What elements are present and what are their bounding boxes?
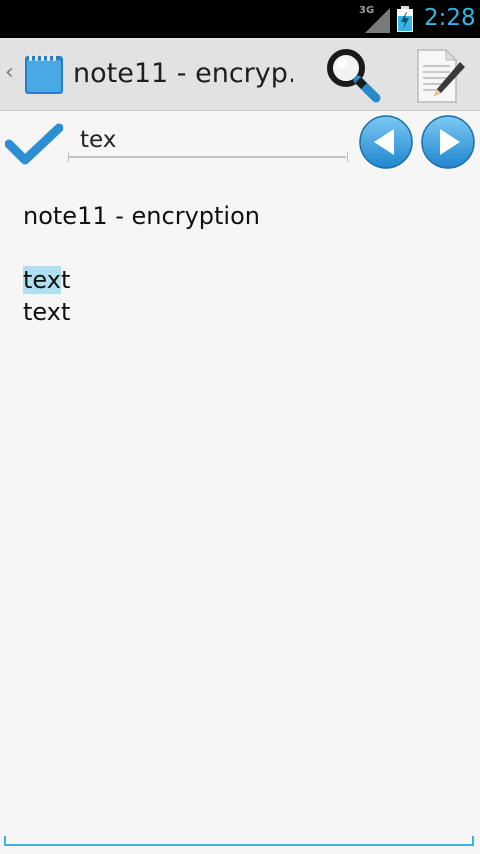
clock: 2:28	[424, 5, 476, 31]
note-line: note11 - encryption	[23, 202, 260, 230]
previous-match-icon[interactable]	[358, 114, 414, 170]
edit-icon[interactable]	[414, 46, 466, 104]
note-line	[23, 232, 260, 264]
find-input-underline	[68, 152, 348, 162]
signal-icon	[365, 8, 390, 33]
note-content[interactable]: note11 - encryption text text	[23, 200, 260, 328]
next-match-icon[interactable]	[420, 114, 476, 170]
search-match-highlight: tex	[23, 266, 61, 294]
note-line-rest: t	[60, 266, 71, 294]
edit-text-underline	[4, 836, 474, 846]
up-caret-icon[interactable]: ‹	[5, 60, 14, 85]
note-title: note11 - encryp…	[73, 58, 293, 89]
checkmark-icon[interactable]	[5, 120, 63, 168]
search-icon[interactable]	[324, 46, 382, 104]
battery-charging-icon	[397, 6, 413, 32]
note-line: text	[23, 298, 71, 326]
status-bar: 3G 2:28	[0, 0, 480, 38]
notepad-icon[interactable]	[24, 51, 64, 95]
note-line: text	[23, 264, 260, 296]
